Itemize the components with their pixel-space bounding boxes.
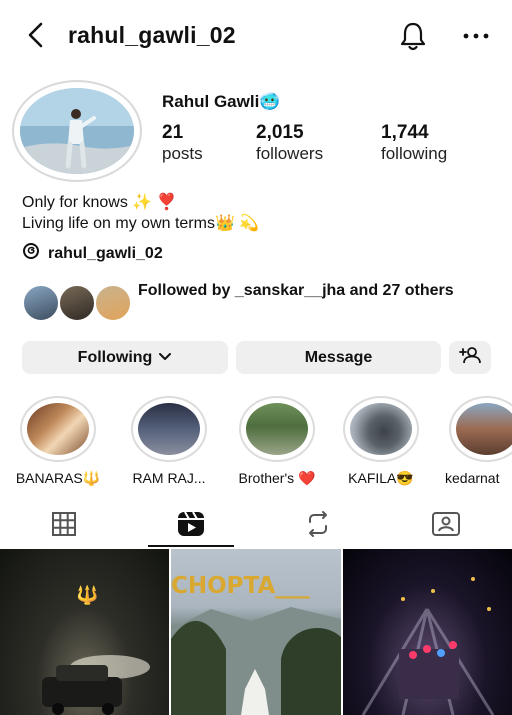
post-overlay-text: CHOPTA___ [171,573,310,599]
reposts-icon[interactable] [302,508,334,540]
highlight-image [138,403,200,455]
chevron-down-icon [158,349,172,367]
grid-icon[interactable] [48,508,80,540]
full-name-text: Rahul Gawli [162,92,260,111]
threads-link[interactable]: rahul_gawli_02 [22,242,163,265]
profile-full-name: Rahul Gawli🥶 [162,92,280,112]
cold-face-emoji: 🥶 [259,92,281,111]
add-person-icon [459,346,481,369]
suggest-people-button[interactable] [449,341,491,374]
reels-icon[interactable] [175,508,207,540]
post-thumbnail[interactable] [343,549,512,715]
followed-by-prefix: Followed by [138,282,235,299]
highlight-label: Brother's ❤️ [238,470,316,486]
followers-count: 2,015 [256,122,304,143]
bio-line-2: Living life on my own terms👑 💫 [22,215,260,232]
highlight-image [246,403,308,455]
following-label: following [381,144,448,163]
followed-by-suffix: and 27 others [345,282,454,299]
post-thumbnail[interactable]: CHOPTA___ [171,549,341,715]
stat-followers[interactable]: 2,015 followers [256,122,323,164]
car-silhouette-image [42,655,150,715]
highlight-cover [343,396,419,462]
avatar-photo [20,88,134,174]
highlight-cover [239,396,315,462]
message-button[interactable]: Message [236,341,441,374]
highlight-item[interactable]: kedarnat [443,396,512,486]
bio-line-1: Only for knows ✨ ❣️ [22,194,177,211]
highlight-image [456,403,512,455]
mutual-avatar [58,284,96,322]
highlight-item[interactable]: BANARAS🔱 [13,396,103,487]
highlight-label: kedarnat [445,470,500,486]
threads-icon [22,242,40,265]
posts-count: 21 [162,122,184,143]
profile-username: rahul_gawli_02 [68,22,236,48]
highlight-label: BANARAS🔱 [15,470,101,486]
stat-posts[interactable]: 21 posts [162,122,203,164]
active-tab-indicator [148,545,234,547]
content-tabs [0,500,512,548]
highlight-label: RAM RAJ... [132,470,206,486]
highlight-image [350,403,412,455]
highlight-cover [449,396,512,462]
threads-handle: rahul_gawli_02 [48,244,163,262]
more-icon[interactable] [462,24,490,46]
profile-bio: Only for knows ✨ ❣️ Living life on my ow… [22,192,259,234]
followers-label: followers [256,144,324,163]
stat-following[interactable]: 1,744 following [381,122,447,164]
back-arrow-icon[interactable] [24,20,50,50]
followed-by-text[interactable]: Followed by _sanskar__jha and 27 others [138,281,498,300]
followed-by-user: _sanskar__jha [234,282,346,299]
highlight-cover [131,396,207,462]
mutual-followers-avatars[interactable] [22,284,132,322]
posts-label: posts [162,144,203,163]
mutual-avatar [22,284,60,322]
highlight-cover [20,396,96,462]
tagged-icon[interactable] [430,508,462,540]
top-bar: rahul_gawli_02 [0,0,512,72]
highlight-item[interactable]: RAM RAJ... [124,396,214,486]
night-lights-image [361,577,495,715]
bell-icon[interactable] [398,20,428,52]
following-button[interactable]: Following [22,341,228,374]
highlight-image [27,403,89,455]
highlight-item[interactable]: KAFILA😎 [336,396,426,487]
post-thumbnail[interactable]: 🔱 [0,549,169,715]
highlight-label: KAFILA😎 [348,470,414,486]
mutual-avatar [94,284,132,322]
following-button-label: Following [77,348,153,366]
highlight-item[interactable]: Brother's ❤️ [232,396,322,487]
message-button-label: Message [304,348,373,366]
profile-avatar[interactable] [12,80,142,182]
following-count: 1,744 [381,122,429,143]
